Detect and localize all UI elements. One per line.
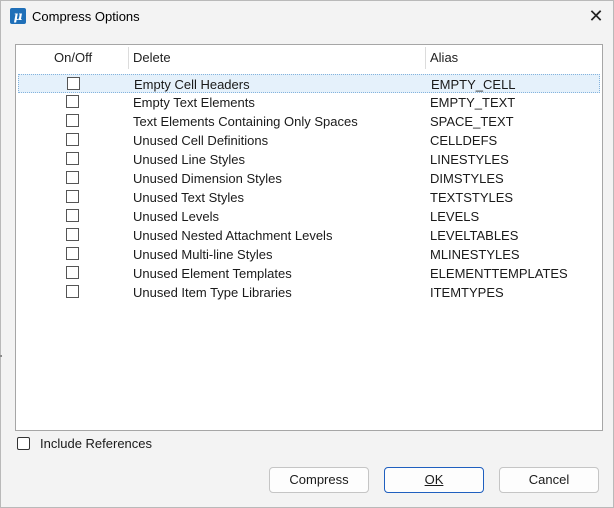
close-icon[interactable]: ✕ (583, 4, 609, 28)
row-delete-label: Unused Line Styles (133, 152, 246, 167)
row-delete-label: Empty Cell Headers (134, 77, 250, 92)
compress-options-list[interactable]: On/Off Delete Alias Empty Cell Headers EM… (15, 44, 603, 431)
row-delete-label: Unused Element Templates (133, 266, 292, 281)
row-checkbox[interactable] (66, 266, 79, 279)
list-row[interactable]: Unused Levels LEVELS (18, 207, 600, 226)
app-icon: μ (10, 8, 26, 24)
row-checkbox[interactable] (66, 133, 79, 146)
row-checkbox[interactable] (66, 152, 79, 165)
list-row[interactable]: Empty Text Elements EMPTY_TEXT (18, 93, 600, 112)
row-checkbox[interactable] (66, 114, 79, 127)
list-row[interactable]: Unused Text Styles TEXTSTYLES (18, 188, 600, 207)
row-delete-label: Unused Levels (133, 209, 219, 224)
compress-options-dialog: μ Compress Options ✕ On/Off Delete Alias… (0, 0, 614, 508)
row-checkbox[interactable] (66, 209, 79, 222)
row-alias-label: TEXTSTYLES (430, 190, 514, 205)
row-checkbox[interactable] (66, 190, 79, 203)
row-delete-label: Unused Dimension Styles (133, 171, 282, 186)
row-alias-label: CELLDEFS (430, 133, 498, 148)
include-references-box[interactable] (17, 437, 30, 450)
list-row[interactable]: Text Elements Containing Only Spaces SPAC… (18, 112, 600, 131)
row-delete-label: Unused Nested Attachment Levels (133, 228, 333, 243)
list-row[interactable]: Unused Cell Definitions CELLDEFS (18, 131, 600, 150)
column-header-alias[interactable]: Alias (430, 45, 458, 71)
row-alias-label: LINESTYLES (430, 152, 509, 167)
ok-button-label: OK (424, 472, 444, 487)
list-row[interactable]: Unused Multi-line Styles MLINESTYLES (18, 245, 600, 264)
column-divider[interactable] (128, 47, 129, 69)
row-alias-label: LEVELTABLES (430, 228, 519, 243)
row-alias-label: LEVELS (430, 209, 480, 224)
row-checkbox[interactable] (66, 171, 79, 184)
column-header-onoff[interactable]: On/Off (54, 45, 92, 71)
list-row[interactable]: Unused Line Styles LINESTYLES (18, 150, 600, 169)
row-checkbox[interactable] (66, 285, 79, 298)
list-row[interactable]: Empty Cell Headers EMPTY_CELL (18, 74, 600, 93)
row-delete-label: Empty Text Elements (133, 95, 255, 110)
row-delete-label: Unused Cell Definitions (133, 133, 269, 148)
list-row[interactable]: Unused Nested Attachment Levels LEVELTABL… (18, 226, 600, 245)
row-alias-label: DIMSTYLES (430, 171, 504, 186)
include-references-label[interactable]: Include References (40, 436, 152, 451)
row-delete-label: Unused Item Type Libraries (133, 285, 292, 300)
row-checkbox[interactable] (66, 247, 79, 260)
row-checkbox[interactable] (66, 228, 79, 241)
compress-button[interactable]: Compress (269, 467, 369, 493)
row-alias-label: EMPTY_TEXT (430, 95, 516, 110)
ok-button[interactable]: OK (384, 467, 484, 493)
row-alias-label: ITEMTYPES (430, 285, 504, 300)
window-title: Compress Options (32, 9, 140, 24)
list-header: On/Off Delete Alias (16, 45, 602, 71)
row-alias-label: EMPTY_CELL (431, 77, 516, 92)
column-divider[interactable] (425, 47, 426, 69)
column-header-delete[interactable]: Delete (133, 45, 171, 71)
row-alias-label: ELEMENTTEMPLATES (430, 266, 568, 281)
list-row[interactable]: Unused Item Type Libraries ITEMTYPES (18, 283, 600, 302)
cancel-button[interactable]: Cancel (499, 467, 599, 493)
row-alias-label: SPACE_TEXT (430, 114, 514, 129)
list-row[interactable]: Unused Dimension Styles DIMSTYLES (18, 169, 600, 188)
title-bar: μ Compress Options ✕ (1, 1, 613, 32)
row-checkbox[interactable] (67, 77, 80, 90)
row-alias-label: MLINESTYLES (430, 247, 520, 262)
list-row[interactable]: Unused Element Templates ELEMENTTEMPLATES (18, 264, 600, 283)
row-delete-label: Unused Text Styles (133, 190, 245, 205)
row-delete-label: Unused Multi-line Styles (133, 247, 273, 262)
row-delete-label: Text Elements Containing Only Spaces (133, 114, 358, 129)
row-checkbox[interactable] (66, 95, 79, 108)
edge-mark (0, 355, 2, 357)
